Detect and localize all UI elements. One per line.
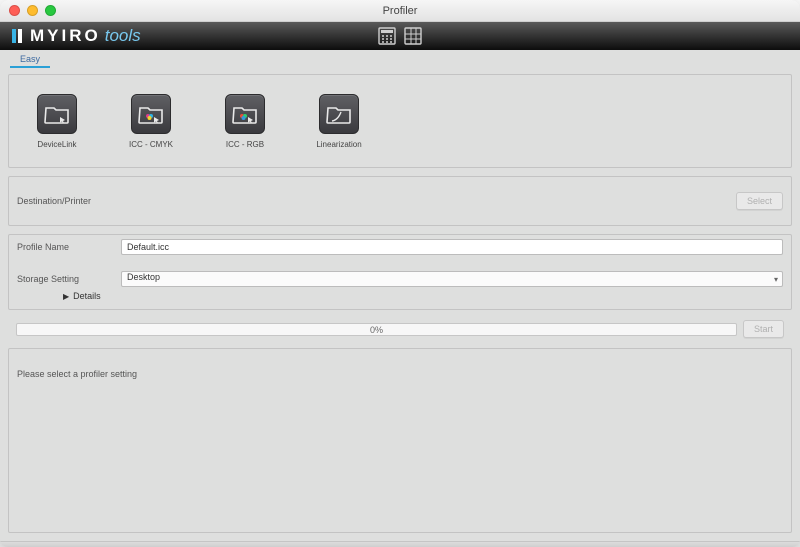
profile-label: ICC - CMYK — [129, 140, 173, 149]
status-message: Please select a profiler setting — [17, 369, 137, 379]
chevron-down-icon: ▾ — [774, 275, 778, 284]
footer — [0, 541, 800, 547]
profile-label: ICC - RGB — [226, 140, 264, 149]
folder-curve-icon — [319, 94, 359, 134]
progress-percent: 0% — [17, 324, 736, 337]
brand-logo: MYIRO tools — [10, 26, 141, 46]
select-destination-button[interactable]: Select — [736, 192, 783, 210]
storage-setting-select[interactable]: Desktop ▾ — [121, 271, 783, 287]
storage-setting-label: Storage Setting — [17, 274, 113, 284]
window-controls — [9, 5, 56, 16]
app-window: Profiler MYIRO tools — [0, 0, 800, 547]
zoom-icon[interactable] — [45, 5, 56, 16]
close-icon[interactable] — [9, 5, 20, 16]
brand-mark-icon — [10, 28, 26, 44]
storage-setting-value: Desktop — [127, 272, 160, 282]
grid-icon[interactable] — [403, 27, 423, 45]
folder-cursor-icon — [37, 94, 77, 134]
minimize-icon[interactable] — [27, 5, 38, 16]
tab-easy[interactable]: Easy — [10, 51, 50, 68]
titlebar: Profiler — [0, 0, 800, 22]
toolbar-center — [377, 27, 423, 45]
status-panel: Please select a profiler setting — [8, 348, 792, 533]
profile-label: Linearization — [316, 140, 361, 149]
brand-name: MYIRO — [30, 26, 101, 46]
calculator-icon[interactable] — [377, 27, 397, 45]
folder-cmyk-icon — [131, 94, 171, 134]
triangle-right-icon: ▶ — [63, 292, 69, 301]
destination-panel: Destination/Printer Select — [8, 176, 792, 226]
start-button[interactable]: Start — [743, 320, 784, 338]
profile-name-label: Profile Name — [17, 242, 113, 252]
brand-suffix: tools — [105, 26, 141, 46]
profile-label: DeviceLink — [37, 140, 76, 149]
profiles-panel: DeviceLink ICC - CMYK — [8, 74, 792, 168]
brand-bar: MYIRO tools — [0, 22, 800, 50]
destination-label: Destination/Printer — [17, 196, 91, 206]
details-toggle[interactable]: ▶ Details — [17, 291, 783, 301]
settings-panel: Profile Name Storage Setting Desktop ▾ ▶… — [8, 234, 792, 310]
tabstrip: Easy — [0, 50, 800, 68]
profile-icc-rgb[interactable]: ICC - RGB — [219, 94, 271, 149]
profile-linearization[interactable]: Linearization — [313, 94, 365, 149]
window-title: Profiler — [0, 5, 800, 17]
profile-name-input[interactable] — [121, 239, 783, 255]
profile-icc-cmyk[interactable]: ICC - CMYK — [125, 94, 177, 149]
progress-bar: 0% — [16, 323, 737, 336]
body: DeviceLink ICC - CMYK — [0, 68, 800, 541]
progress-row: 0% Start — [8, 318, 792, 340]
folder-rgb-icon — [225, 94, 265, 134]
details-label: Details — [73, 291, 101, 301]
profile-devicelink[interactable]: DeviceLink — [31, 94, 83, 149]
